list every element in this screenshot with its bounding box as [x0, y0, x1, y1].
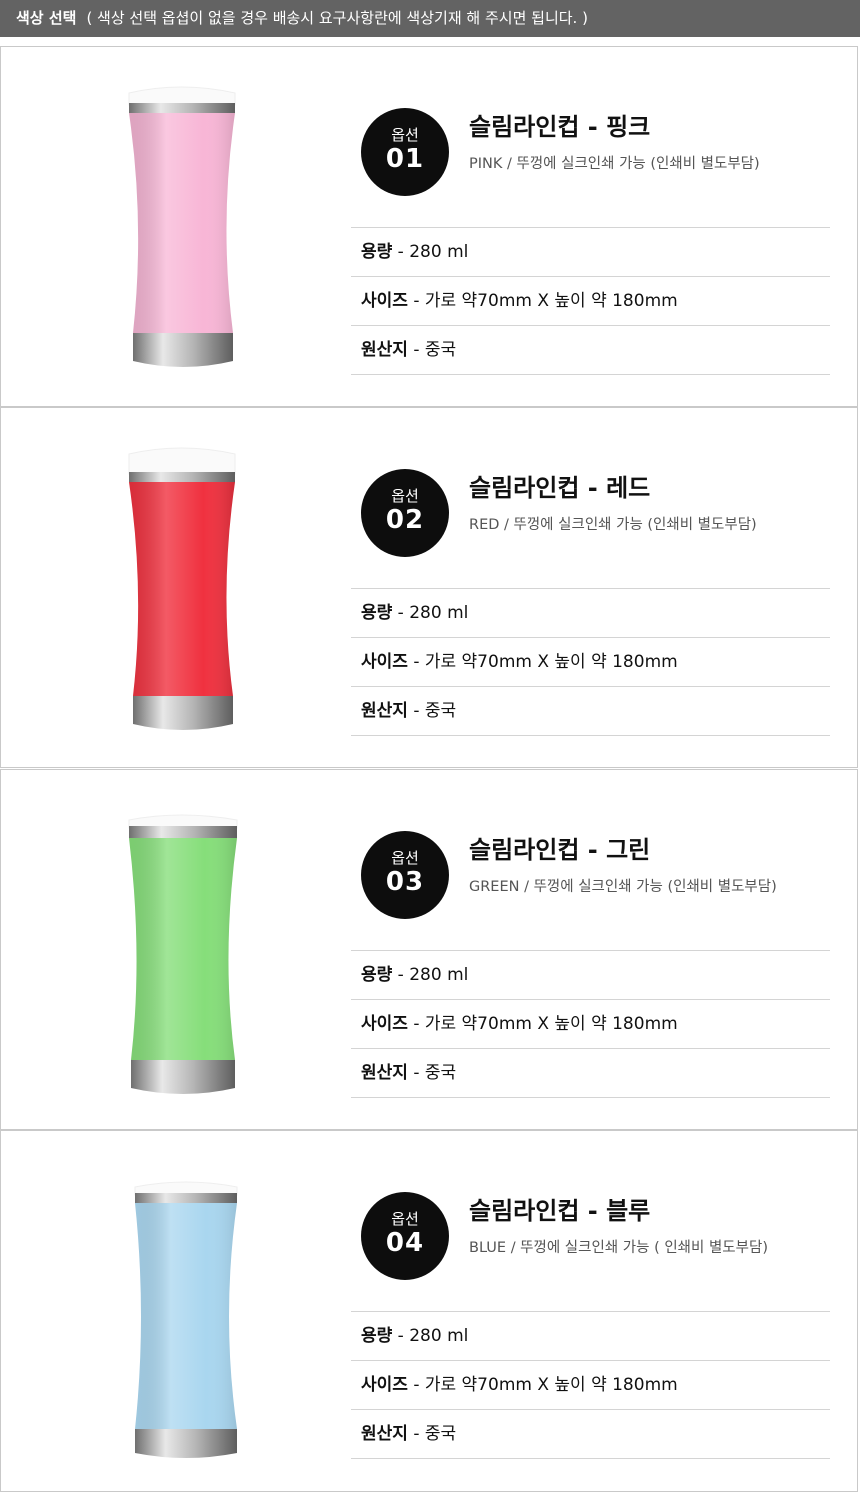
spec-row-capacity: 용량 - 280 ml [351, 950, 830, 999]
spec-row-origin: 원산지 - 중국 [351, 686, 830, 736]
badge-number: 02 [385, 505, 425, 535]
cup-steel-base [133, 696, 233, 730]
option-card-03: 옵션 03 슬림라인컵 - 그린 GREEN / 뚜껑에 실크인쇄 가능 (인쇄… [0, 769, 858, 1130]
option-badge: 옵션 01 [361, 108, 449, 196]
spec-row-capacity: 용량 - 280 ml [351, 588, 830, 637]
cup-lid [128, 447, 236, 475]
spec-value: - 중국 [407, 1424, 457, 1444]
cup-image-pink [111, 83, 251, 383]
option-badge: 옵션 03 [361, 831, 449, 919]
spec-row-origin: 원산지 - 중국 [351, 1048, 830, 1098]
option-badge: 옵션 02 [361, 469, 449, 557]
cup-top-rim [129, 472, 235, 482]
spec-row-size: 사이즈 - 가로 약70mm X 높이 약 180mm [351, 637, 830, 686]
option-card-02: 옵션 02 슬림라인컵 - 레드 RED / 뚜껑에 실크인쇄 가능 (인쇄비 … [0, 407, 858, 768]
spec-row-origin: 원산지 - 중국 [351, 325, 830, 375]
badge-number: 01 [385, 144, 425, 174]
spec-value: - 중국 [407, 701, 457, 721]
cup-top-rim [129, 826, 237, 838]
product-subtitle: GREEN / 뚜껑에 실크인쇄 가능 (인쇄비 별도부담) [469, 879, 777, 895]
spec-list: 용량 - 280 ml 사이즈 - 가로 약70mm X 높이 약 180mm … [351, 950, 830, 1098]
badge-label: 옵션 [391, 1210, 419, 1228]
cup-steel-base [135, 1429, 237, 1458]
product-subtitle: PINK / 뚜껑에 실크인쇄 가능 (인쇄비 별도부담) [469, 156, 760, 172]
product-title: 슬림라인컵 - 핑크 [469, 113, 651, 141]
badge-label: 옵션 [391, 849, 419, 867]
spec-row-capacity: 용량 - 280 ml [351, 227, 830, 276]
spec-list: 용량 - 280 ml 사이즈 - 가로 약70mm X 높이 약 180mm … [351, 588, 830, 736]
option-badge: 옵션 04 [361, 1192, 449, 1280]
spec-key: 용량 [361, 603, 393, 623]
spec-row-size: 사이즈 - 가로 약70mm X 높이 약 180mm [351, 1360, 830, 1409]
spec-key: 사이즈 [361, 1375, 408, 1395]
spec-row-capacity: 용량 - 280 ml [351, 1311, 830, 1360]
spec-row-size: 사이즈 - 가로 약70mm X 높이 약 180mm [351, 999, 830, 1048]
spec-list: 용량 - 280 ml 사이즈 - 가로 약70mm X 높이 약 180mm … [351, 1311, 830, 1459]
spec-key: 원산지 [361, 1424, 408, 1444]
spec-list: 용량 - 280 ml 사이즈 - 가로 약70mm X 높이 약 180mm … [351, 227, 830, 375]
product-subtitle: RED / 뚜껑에 실크인쇄 가능 (인쇄비 별도부담) [469, 517, 757, 533]
badge-number: 03 [385, 867, 425, 897]
header-title: 색상 선택 [16, 9, 77, 27]
spec-value: - 중국 [407, 1063, 457, 1083]
spec-key: 용량 [361, 965, 393, 985]
spec-value: - 280 ml [392, 242, 469, 262]
badge-number: 04 [385, 1228, 425, 1258]
product-subtitle: BLUE / 뚜껑에 실크인쇄 가능 ( 인쇄비 별도부담) [469, 1240, 768, 1256]
product-title: 슬림라인컵 - 레드 [469, 474, 651, 502]
spec-value: - 가로 약70mm X 높이 약 180mm [407, 1014, 678, 1034]
spec-row-origin: 원산지 - 중국 [351, 1409, 830, 1459]
product-title: 슬림라인컵 - 블루 [469, 1197, 651, 1225]
spec-value: - 280 ml [392, 603, 469, 623]
spec-key: 원산지 [361, 701, 408, 721]
spec-value: - 중국 [407, 340, 457, 360]
spec-value: - 가로 약70mm X 높이 약 180mm [407, 291, 678, 311]
header-note: ( 색상 선택 옵셥이 없을 경우 배송시 요구사항란에 색상기재 해 주시면 … [86, 9, 588, 27]
cup-image-red [111, 444, 251, 744]
product-title: 슬림라인컵 - 그린 [469, 836, 651, 864]
spec-key: 원산지 [361, 1063, 408, 1083]
cup-top-rim [129, 103, 235, 113]
cup-steel-base [131, 1060, 235, 1094]
badge-label: 옵션 [391, 126, 419, 144]
cup-top-rim [135, 1193, 237, 1203]
color-select-header: 색상 선택 ( 색상 선택 옵셥이 없을 경우 배송시 요구사항란에 색상기재 해… [0, 0, 860, 37]
spec-value: - 가로 약70mm X 높이 약 180mm [407, 652, 678, 672]
spec-key: 용량 [361, 242, 393, 262]
spec-row-size: 사이즈 - 가로 약70mm X 높이 약 180mm [351, 276, 830, 325]
spec-value: - 280 ml [392, 1326, 469, 1346]
option-card-04: 옵션 04 슬림라인컵 - 블루 BLUE / 뚜껑에 실크인쇄 가능 ( 인쇄… [0, 1130, 858, 1492]
option-card-01: 옵션 01 슬림라인컵 - 핑크 PINK / 뚜껑에 실크인쇄 가능 (인쇄비… [0, 46, 858, 407]
badge-label: 옵션 [391, 487, 419, 505]
spec-value: - 가로 약70mm X 높이 약 180mm [407, 1375, 678, 1395]
cup-image-blue [111, 1167, 251, 1467]
spec-value: - 280 ml [392, 965, 469, 985]
spec-key: 사이즈 [361, 1014, 408, 1034]
spec-key: 사이즈 [361, 291, 408, 311]
cup-lid [128, 86, 236, 106]
spec-key: 사이즈 [361, 652, 408, 672]
spec-key: 원산지 [361, 340, 408, 360]
cup-steel-base [133, 333, 233, 367]
cup-image-green [111, 806, 251, 1106]
spec-key: 용량 [361, 1326, 393, 1346]
